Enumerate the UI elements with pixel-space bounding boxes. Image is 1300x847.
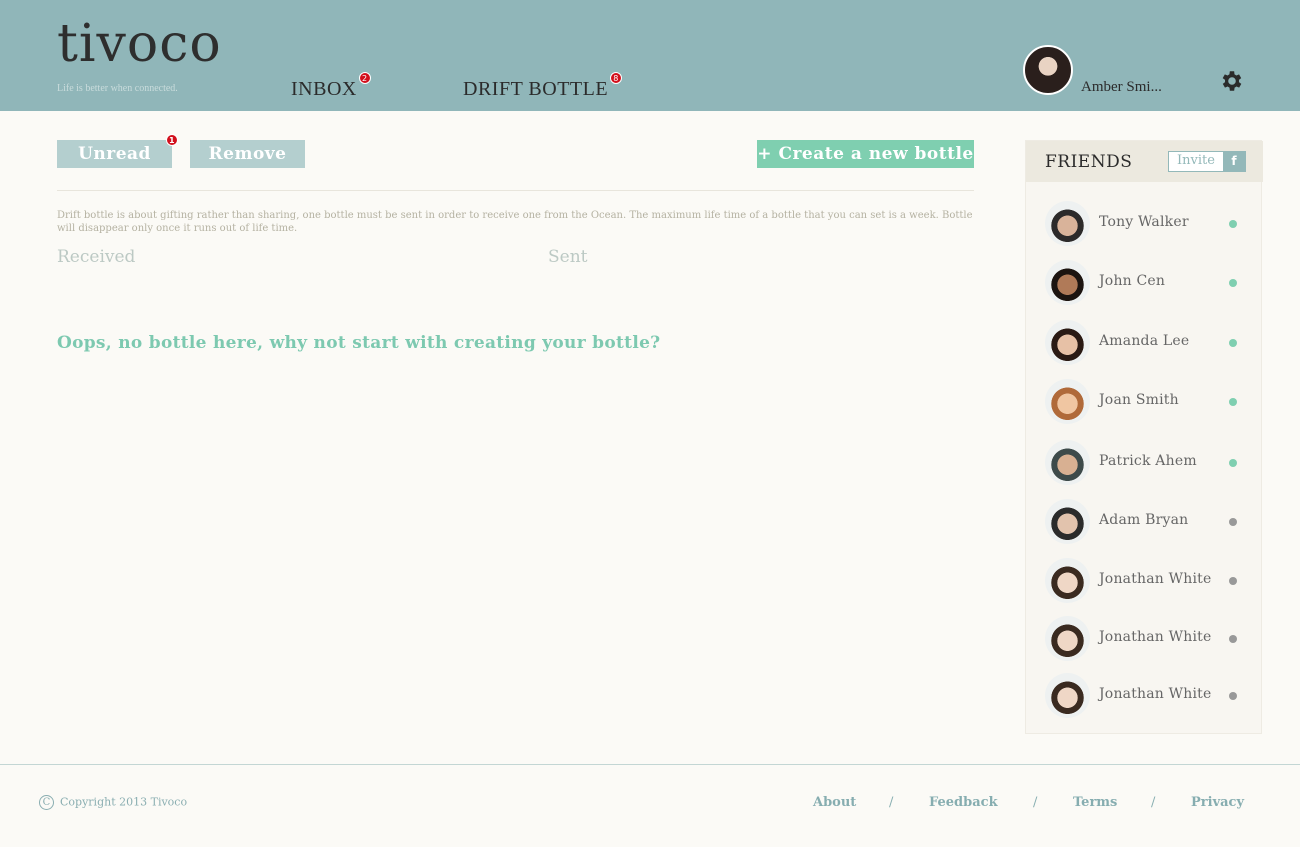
friend-item[interactable]: Amanda Lee bbox=[1026, 317, 1263, 367]
friend-name: Tony Walker bbox=[1099, 214, 1189, 230]
friend-avatar bbox=[1045, 673, 1090, 718]
offline-status-dot bbox=[1229, 577, 1237, 585]
footer-link-feedback[interactable]: Feedback bbox=[929, 795, 998, 810]
unread-button[interactable]: Unread 1 bbox=[57, 134, 178, 168]
friend-avatar bbox=[1045, 616, 1090, 661]
drift-bottle-count-badge: 8 bbox=[610, 72, 623, 84]
online-status-dot bbox=[1229, 339, 1237, 347]
create-bottle-button[interactable]: + Create a new bottle bbox=[757, 140, 974, 168]
online-status-dot bbox=[1229, 459, 1237, 467]
friend-name: Jonathan White bbox=[1099, 629, 1212, 645]
user-avatar[interactable] bbox=[1023, 45, 1073, 95]
unread-count-badge: 1 bbox=[166, 134, 178, 146]
nav-inbox[interactable]: INBOX 2 bbox=[291, 72, 371, 101]
footer-separator: / bbox=[889, 795, 894, 810]
friend-item[interactable]: Joan Smith bbox=[1026, 376, 1263, 426]
friend-name: John Cen bbox=[1099, 273, 1166, 289]
friend-avatar bbox=[1045, 379, 1090, 424]
user-name[interactable]: Amber Smi... bbox=[1081, 79, 1162, 96]
friend-name: Jonathan White bbox=[1099, 686, 1212, 702]
online-status-dot bbox=[1229, 398, 1237, 406]
inbox-count-badge: 2 bbox=[358, 72, 371, 84]
copyright: C Copyright 2013 Tivoco bbox=[39, 795, 187, 810]
offline-status-dot bbox=[1229, 692, 1237, 700]
footer-link-privacy[interactable]: Privacy bbox=[1191, 795, 1244, 810]
invite-button[interactable]: Invite f bbox=[1168, 151, 1246, 172]
empty-state-message[interactable]: Oops, no bottle here, why not start with… bbox=[57, 333, 660, 353]
friends-panel: FRIENDS Invite f Tony Walker John Cen Aman… bbox=[1025, 140, 1263, 734]
friend-item[interactable]: Tony Walker bbox=[1026, 198, 1263, 248]
friend-name: Patrick Ahem bbox=[1099, 453, 1197, 469]
divider bbox=[57, 190, 974, 191]
footer-link-terms[interactable]: Terms bbox=[1073, 795, 1117, 810]
logo[interactable]: tivoco bbox=[57, 18, 222, 70]
friend-avatar bbox=[1045, 440, 1090, 485]
footer-separator: / bbox=[1033, 795, 1038, 810]
remove-button[interactable]: Remove bbox=[190, 140, 305, 168]
friend-name: Amanda Lee bbox=[1099, 333, 1190, 349]
friend-name: Jonathan White bbox=[1099, 571, 1212, 587]
footer-link-about[interactable]: About bbox=[813, 795, 856, 810]
footer-divider bbox=[0, 764, 1300, 765]
received-tab[interactable]: Received bbox=[57, 247, 135, 267]
friend-item[interactable]: Adam Bryan bbox=[1026, 496, 1263, 546]
friend-avatar bbox=[1045, 320, 1090, 365]
unread-button-label: Unread bbox=[78, 144, 151, 164]
online-status-dot bbox=[1229, 220, 1237, 228]
friend-avatar bbox=[1045, 260, 1090, 305]
copyright-icon: C bbox=[39, 795, 54, 810]
friend-avatar bbox=[1045, 499, 1090, 544]
offline-status-dot bbox=[1229, 518, 1237, 526]
nav-drift-bottle-label: DRIFT BOTTLE bbox=[463, 78, 609, 100]
gear-icon[interactable] bbox=[1219, 68, 1245, 94]
footer-separator: / bbox=[1151, 795, 1156, 810]
header: tivoco Life is better when connected. IN… bbox=[0, 0, 1300, 111]
friend-item[interactable]: John Cen bbox=[1026, 257, 1263, 307]
drift-bottle-description: Drift bottle is about gifting rather tha… bbox=[57, 210, 973, 234]
friends-header: FRIENDS Invite f bbox=[1026, 141, 1263, 182]
friends-title: FRIENDS bbox=[1045, 152, 1133, 172]
friend-item[interactable]: Jonathan White bbox=[1026, 670, 1263, 720]
nav-drift-bottle[interactable]: DRIFT BOTTLE 8 bbox=[463, 72, 623, 101]
invite-label: Invite bbox=[1177, 153, 1215, 168]
copyright-text: Copyright 2013 Tivoco bbox=[60, 795, 188, 809]
friend-avatar bbox=[1045, 558, 1090, 603]
facebook-icon: f bbox=[1223, 152, 1245, 171]
friend-item[interactable]: Jonathan White bbox=[1026, 613, 1263, 663]
tagline: Life is better when connected. bbox=[57, 83, 178, 94]
sent-tab[interactable]: Sent bbox=[548, 247, 588, 267]
offline-status-dot bbox=[1229, 635, 1237, 643]
friend-item[interactable]: Jonathan White bbox=[1026, 555, 1263, 605]
friend-name: Adam Bryan bbox=[1099, 512, 1189, 528]
friend-avatar bbox=[1045, 201, 1090, 246]
friend-item[interactable]: Patrick Ahem bbox=[1026, 437, 1263, 487]
nav-inbox-label: INBOX bbox=[291, 78, 357, 100]
friend-name: Joan Smith bbox=[1099, 392, 1179, 408]
online-status-dot bbox=[1229, 279, 1237, 287]
